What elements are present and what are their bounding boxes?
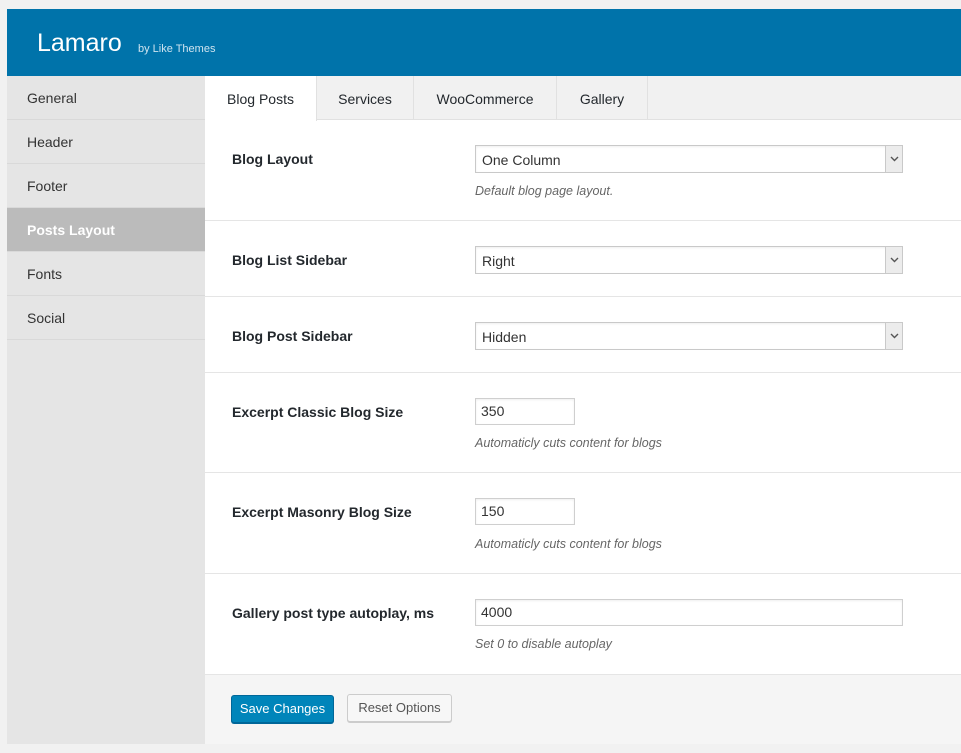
blog-layout-select[interactable]: One Column xyxy=(475,145,903,173)
excerpt-classic-input[interactable]: 350 xyxy=(475,398,575,425)
sidebar: General Header Footer Posts Layout Fonts… xyxy=(7,76,205,744)
sidebar-item-header[interactable]: Header xyxy=(7,120,205,164)
reset-options-button[interactable]: Reset Options xyxy=(347,694,452,722)
blog-layout-description: Default blog page layout. xyxy=(475,184,614,198)
excerpt-masonry-label: Excerpt Masonry Blog Size xyxy=(232,504,412,520)
excerpt-masonry-input[interactable]: 150 xyxy=(475,498,575,525)
tab-blog-posts[interactable]: Blog Posts xyxy=(205,76,317,121)
chevron-down-icon xyxy=(885,247,902,273)
form-actions: Save Changes Reset Options xyxy=(205,674,961,744)
blog-post-sidebar-select[interactable]: Hidden xyxy=(475,322,903,350)
excerpt-classic-label: Excerpt Classic Blog Size xyxy=(232,404,404,420)
app-title: Lamaro xyxy=(37,29,122,57)
chevron-down-icon xyxy=(885,323,902,349)
app-byline: by Like Themes xyxy=(138,43,216,55)
gallery-autoplay-label: Gallery post type autoplay, ms xyxy=(232,605,435,621)
gallery-autoplay-row: Gallery post type autoplay, ms 4000 Set … xyxy=(205,574,961,674)
sidebar-item-posts-layout[interactable]: Posts Layout xyxy=(7,208,205,252)
blog-list-sidebar-select[interactable]: Right xyxy=(475,246,903,274)
blog-list-sidebar-row: Blog List Sidebar Right xyxy=(205,221,961,297)
tab-services[interactable]: Services xyxy=(317,76,414,120)
blog-layout-label: Blog Layout xyxy=(232,151,313,167)
excerpt-masonry-description: Automaticly cuts content for blogs xyxy=(475,537,662,551)
sidebar-item-footer[interactable]: Footer xyxy=(7,164,205,208)
excerpt-classic-row: Excerpt Classic Blog Size 350 Automaticl… xyxy=(205,373,961,473)
blog-list-sidebar-label: Blog List Sidebar xyxy=(232,252,348,268)
gallery-autoplay-description: Set 0 to disable autoplay xyxy=(475,637,612,651)
save-changes-button[interactable]: Save Changes xyxy=(231,695,334,723)
excerpt-masonry-row: Excerpt Masonry Blog Size 150 Automaticl… xyxy=(205,473,961,574)
blog-layout-row: Blog Layout One Column Default blog page… xyxy=(205,120,961,221)
app-header: Lamaro by Like Themes xyxy=(7,9,961,76)
blog-list-sidebar-value: Right xyxy=(482,253,515,269)
tab-woocommerce[interactable]: WooCommerce xyxy=(414,76,557,120)
blog-post-sidebar-value: Hidden xyxy=(482,329,527,345)
chevron-down-icon xyxy=(885,146,902,172)
blog-layout-value: One Column xyxy=(482,152,561,168)
sidebar-item-general[interactable]: General xyxy=(7,76,205,120)
settings-panel: Blog Posts Services WooCommerce Gallery … xyxy=(205,76,961,744)
sidebar-item-fonts[interactable]: Fonts xyxy=(7,252,205,296)
gallery-autoplay-input[interactable]: 4000 xyxy=(475,599,903,626)
blog-post-sidebar-label: Blog Post Sidebar xyxy=(232,328,353,344)
tab-bar: Blog Posts Services WooCommerce Gallery xyxy=(205,76,961,121)
sidebar-item-social[interactable]: Social xyxy=(7,296,205,340)
excerpt-classic-description: Automaticly cuts content for blogs xyxy=(475,436,662,450)
blog-post-sidebar-row: Blog Post Sidebar Hidden xyxy=(205,297,961,373)
tab-gallery[interactable]: Gallery xyxy=(557,76,648,120)
